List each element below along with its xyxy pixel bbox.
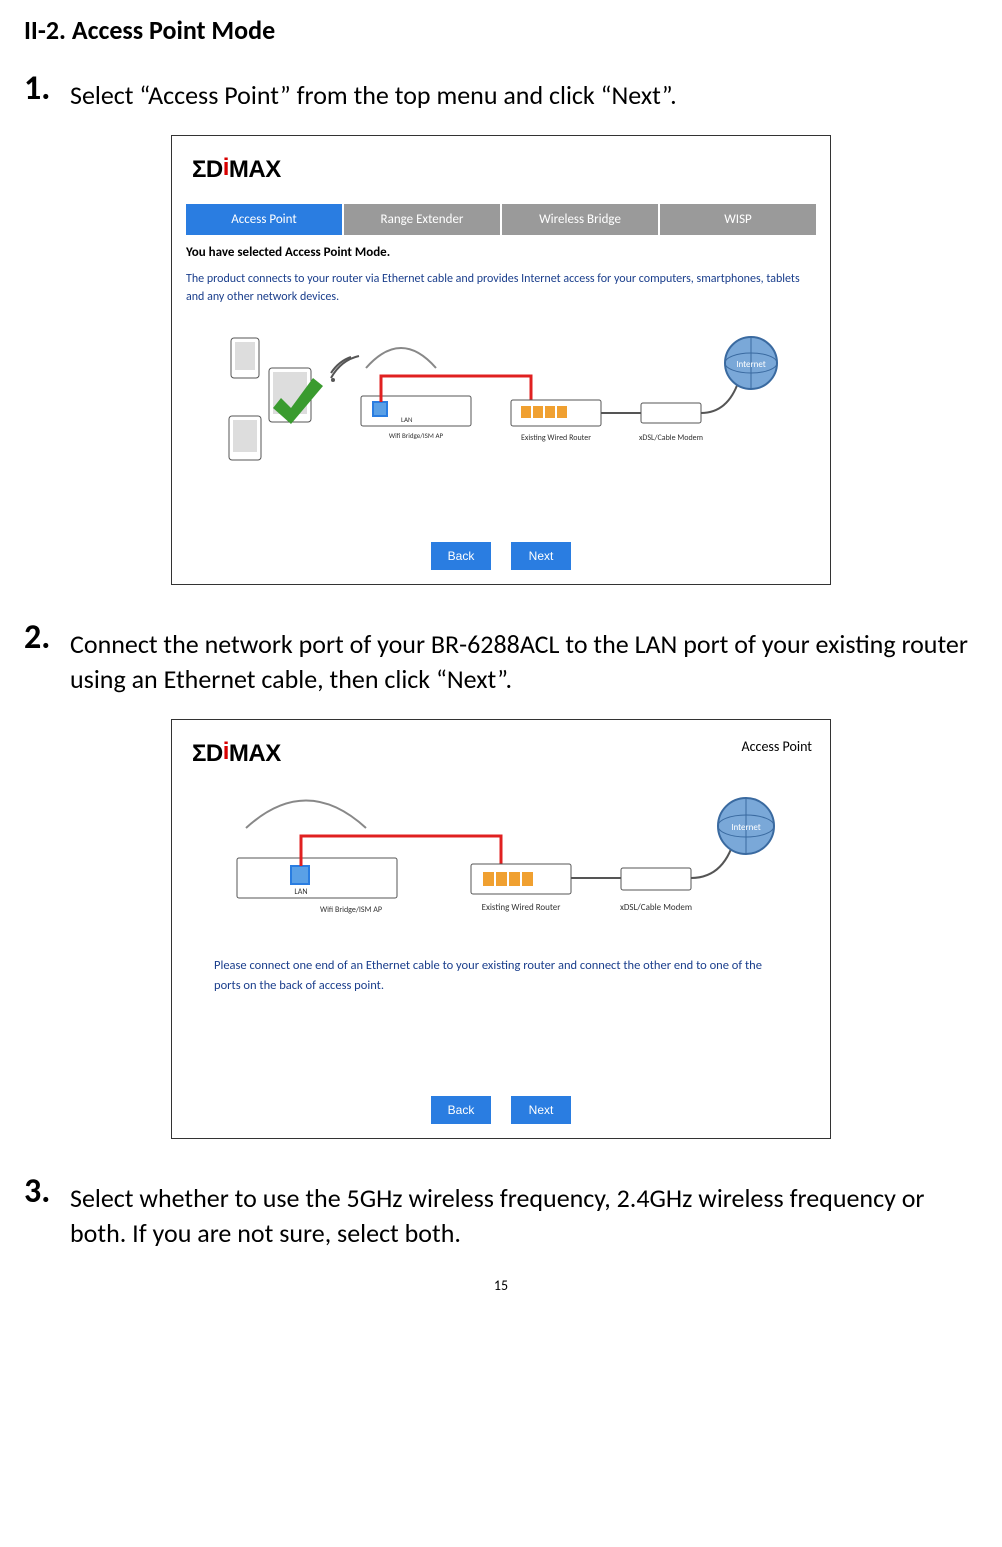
button-row: Back Next: [172, 542, 830, 570]
brand-text-left: ΣD: [192, 156, 223, 183]
brand-text-mid: i: [223, 738, 229, 765]
step-1: 1. Select “Access Point” from the top me…: [24, 72, 978, 113]
step-2-text: Connect the network port of your BR-6288…: [70, 621, 978, 697]
tab-access-point[interactable]: Access Point: [186, 204, 342, 235]
step-2: 2. Connect the network port of your BR-6…: [24, 621, 978, 697]
next-button[interactable]: Next: [511, 542, 571, 570]
brand-text-right: MAX: [229, 740, 281, 767]
step-3: 3. Select whether to use the 5GHz wirele…: [24, 1175, 978, 1251]
page-number: 15: [24, 1277, 978, 1294]
connect-instruction: Please connect one end of an Ethernet ca…: [186, 956, 816, 996]
diagram-internet-label: Internet: [736, 359, 766, 370]
back-button[interactable]: Back: [431, 542, 491, 570]
network-diagram-svg: LAN Wifi Bridge/ISM AP Existing Wired Ro…: [186, 318, 816, 478]
network-diagram: LAN Wifi Bridge/ISM AP Existing Wired Ro…: [186, 788, 816, 938]
diagram-lan-label: LAN: [294, 887, 307, 897]
brand-text-mid: i: [223, 154, 229, 181]
tab-wisp[interactable]: WISP: [660, 204, 816, 235]
step-2-number: 2.: [24, 621, 60, 655]
diagram-router-label: Existing Wired Router: [482, 902, 561, 913]
step-1-number: 1.: [24, 72, 60, 106]
button-row: Back Next: [172, 1096, 830, 1124]
diagram-router-label: Existing Wired Router: [521, 433, 591, 443]
diagram-device-label: Wifi Bridge/ISM AP: [320, 905, 382, 915]
brand-logo: ΣDiMAX: [192, 156, 816, 184]
next-button[interactable]: Next: [511, 1096, 571, 1124]
network-diagram-svg: LAN Wifi Bridge/ISM AP Existing Wired Ro…: [186, 788, 816, 938]
screenshot-1: ΣDiMAX Access Point Range Extender Wirel…: [171, 135, 831, 585]
network-diagram: LAN Wifi Bridge/ISM AP Existing Wired Ro…: [186, 318, 816, 478]
mode-description: The product connects to your router via …: [186, 270, 816, 306]
back-button[interactable]: Back: [431, 1096, 491, 1124]
selected-mode-text: You have selected Access Point Mode.: [186, 245, 816, 260]
section-heading: II-2. Access Point Mode: [24, 14, 978, 46]
step-3-text: Select whether to use the 5GHz wireless …: [70, 1175, 978, 1251]
diagram-modem-label: xDSL/Cable Modem: [620, 902, 692, 913]
step-1-text: Select “Access Point” from the top menu …: [70, 72, 677, 113]
mode-badge: Access Point: [742, 738, 813, 755]
diagram-device-label: Wifi Bridge/ISM AP: [389, 431, 444, 440]
tab-wireless-bridge[interactable]: Wireless Bridge: [502, 204, 658, 235]
brand-text-left: ΣD: [192, 740, 223, 767]
tab-range-extender[interactable]: Range Extender: [344, 204, 500, 235]
diagram-modem-label: xDSL/Cable Modem: [639, 433, 703, 443]
screenshot-2: ΣDiMAX Access Point LAN Wifi Bridge/ISM …: [171, 719, 831, 1139]
brand-text-right: MAX: [229, 156, 281, 183]
diagram-internet-label: Internet: [731, 822, 761, 833]
mode-tabbar: Access Point Range Extender Wireless Bri…: [186, 204, 816, 235]
diagram-lan-label: LAN: [401, 415, 413, 424]
brand-logo: ΣDiMAX: [192, 740, 816, 768]
step-3-number: 3.: [24, 1175, 60, 1209]
